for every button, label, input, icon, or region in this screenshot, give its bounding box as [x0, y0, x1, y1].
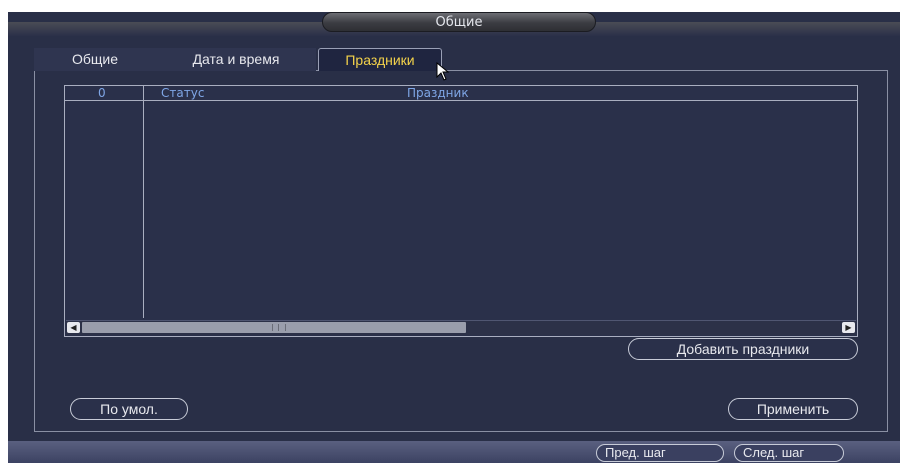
window-title: Общие — [322, 12, 596, 32]
scroll-left-icon[interactable]: ◀ — [67, 322, 80, 333]
footer-bar: Пред. шаг След. шаг — [8, 441, 900, 463]
holiday-table: 0 Статус Праздник ◀ ▶ — [64, 85, 858, 337]
scroll-right-icon[interactable]: ▶ — [842, 322, 855, 333]
tab-holidays[interactable]: Праздники — [318, 48, 442, 71]
mouse-pointer-icon — [436, 62, 450, 81]
grip-icon — [272, 324, 286, 331]
column-divider — [143, 86, 144, 318]
scrollbar-thumb[interactable] — [82, 322, 466, 333]
table-header: 0 Статус Праздник — [65, 86, 857, 101]
next-step-button[interactable]: След. шаг — [734, 444, 844, 462]
add-holiday-button[interactable]: Добавить праздники — [628, 338, 858, 360]
column-header-status: Статус — [161, 86, 205, 100]
tab-general[interactable]: Общие — [34, 48, 156, 71]
horizontal-scrollbar[interactable]: ◀ ▶ — [66, 320, 856, 335]
tab-date-time[interactable]: Дата и время — [156, 48, 316, 71]
apply-button[interactable]: Применить — [728, 398, 858, 420]
column-header-index: 0 — [98, 86, 106, 100]
column-header-holiday: Праздник — [407, 86, 469, 100]
prev-step-button[interactable]: Пред. шаг — [596, 444, 724, 462]
default-button[interactable]: По умол. — [70, 398, 188, 420]
